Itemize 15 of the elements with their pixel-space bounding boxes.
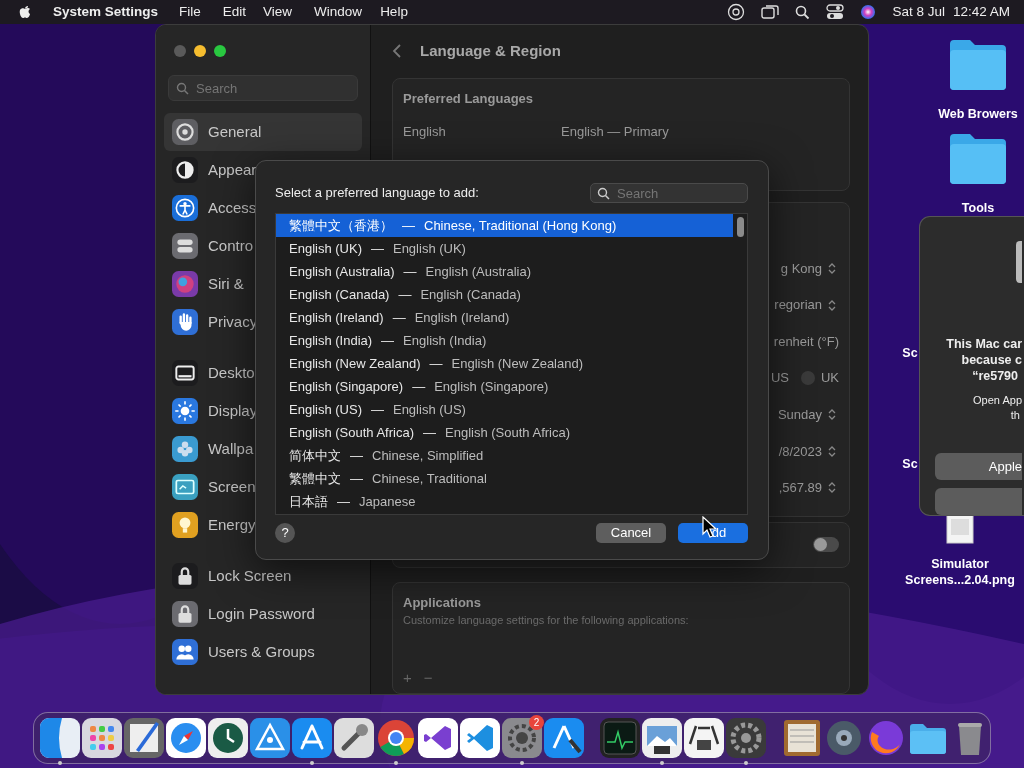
section-title: Preferred Languages: [403, 89, 535, 108]
radio-label: UK: [820, 369, 839, 388]
page-title: Language & Region: [420, 41, 561, 62]
radio-label: US: [770, 369, 789, 388]
alert-body-line: th: [1010, 408, 1020, 423]
language-name: English: [403, 123, 447, 142]
alert-title-line: “re5790: [972, 368, 1018, 384]
section-subtitle: Customize language settings for the following applications:: [403, 613, 690, 629]
alert-title-line: This Mac car: [946, 336, 1022, 352]
alert-title-line: because c: [961, 352, 1022, 368]
dialog-prompt: Select a preferred language to add:: [275, 184, 479, 203]
language-note: English — Primary: [561, 123, 669, 142]
alert-body-line: Open App: [973, 393, 1022, 408]
section-title: Applications: [403, 593, 482, 612]
setting-value: renheit (°F): [773, 332, 839, 351]
